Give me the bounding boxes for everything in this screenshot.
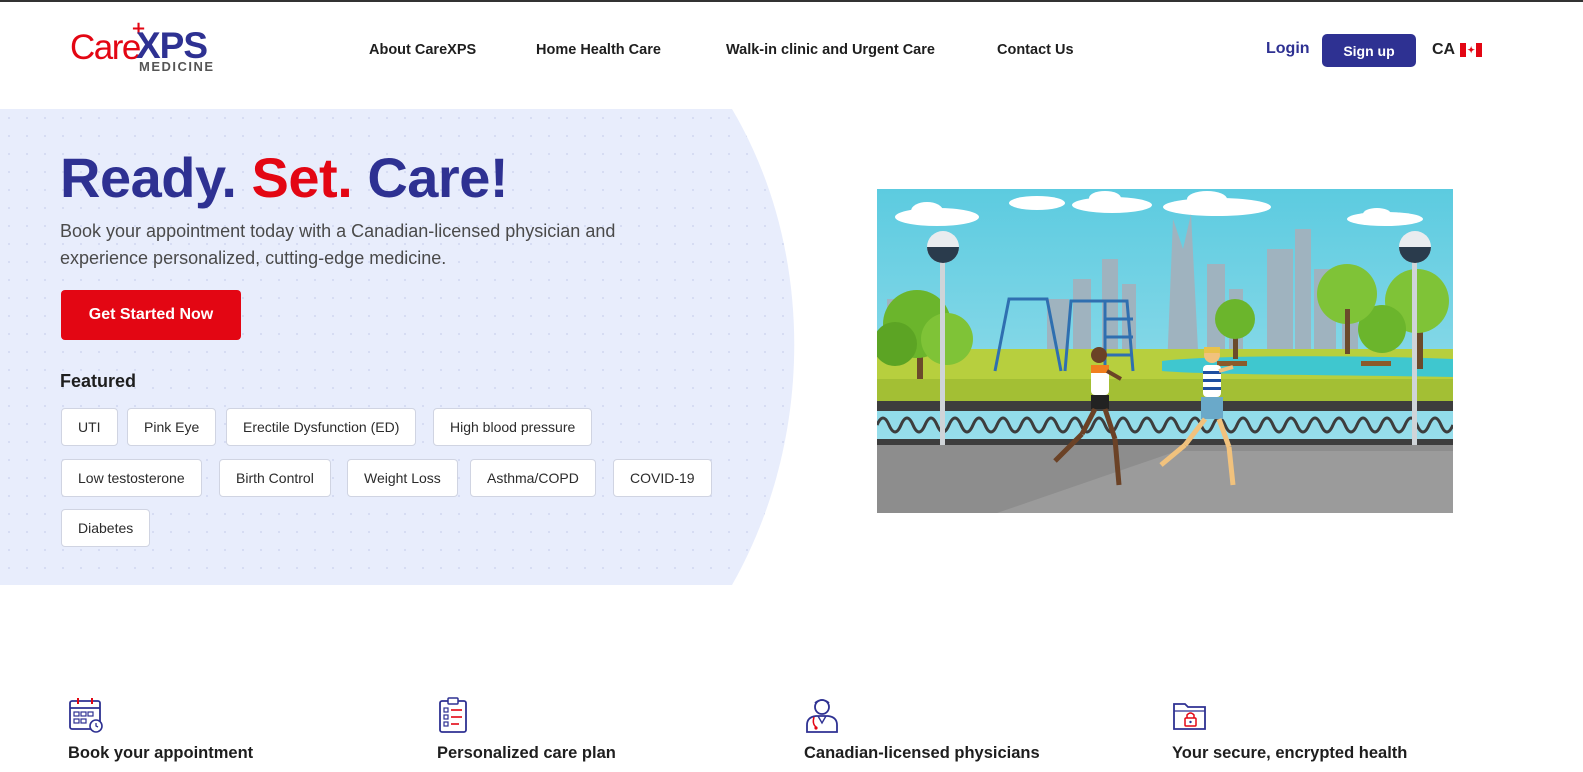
nav-contact-us[interactable]: Contact Us [997, 42, 1074, 58]
logo-care-text: Care [70, 28, 141, 67]
feature-title: Canadian-licensed physicians [804, 744, 1040, 762]
doctor-icon [804, 696, 840, 734]
featured-chip-uti[interactable]: UTI [61, 408, 118, 446]
feature-title: Your secure, encrypted health [1172, 744, 1408, 762]
feature-title: Personalized care plan [437, 744, 616, 762]
canada-flag-icon: ✦ [1460, 43, 1483, 57]
calendar-clock-icon [68, 696, 104, 734]
featured-chip-high-blood-pressure[interactable]: High blood pressure [433, 408, 593, 446]
country-code: CA [1432, 41, 1456, 58]
nav-home-health-care[interactable]: Home Health Care [536, 42, 661, 58]
hero-title-ready: Ready. [60, 146, 237, 209]
featured-heading: Featured [60, 371, 137, 391]
park-jogging-illustration [877, 189, 1453, 513]
featured-chip-low-testosterone[interactable]: Low testosterone [61, 459, 202, 497]
get-started-button[interactable]: Get Started Now [61, 290, 241, 340]
featured-chip-pink-eye[interactable]: Pink Eye [127, 408, 217, 446]
site-header: Care + XPS MEDICINE About CareXPS Home H… [0, 2, 1583, 102]
feature-secure-health: Your secure, encrypted health [1172, 696, 1407, 763]
featured-chip-diabetes[interactable]: Diabetes [61, 509, 151, 547]
featured-chip-ed[interactable]: Erectile Dysfunction (ED) [226, 408, 417, 446]
secure-folder-icon [1172, 696, 1208, 734]
login-link[interactable]: Login [1266, 40, 1310, 58]
feature-title: Book your appointment [68, 744, 254, 762]
featured-chip-birth-control[interactable]: Birth Control [219, 459, 331, 497]
hero-title-set: Set. [251, 146, 353, 209]
clipboard-checklist-icon [437, 696, 473, 734]
logo-medicine-text: MEDICINE [139, 59, 215, 74]
featured-chip-weight-loss[interactable]: Weight Loss [347, 459, 458, 497]
country-selector[interactable]: CA ✦ [1432, 41, 1483, 59]
featured-chip-covid-19[interactable]: COVID-19 [613, 459, 712, 497]
feature-care-plan: Personalized care plan [437, 696, 616, 763]
hero-subtitle: Book your appointment today with a Canad… [60, 221, 616, 268]
hero-title-care: Care! [367, 146, 508, 209]
feature-book-appointment: Book your appointment [68, 696, 253, 763]
carexps-logo[interactable]: Care + XPS MEDICINE [70, 20, 220, 78]
hero-title: Ready. Set. Care! [60, 146, 508, 210]
feature-licensed-physicians: Canadian-licensed physicians [804, 696, 1040, 763]
signup-button[interactable]: Sign up [1322, 34, 1416, 67]
featured-chip-asthma-copd[interactable]: Asthma/COPD [470, 459, 596, 497]
nav-walk-in-clinic[interactable]: Walk-in clinic and Urgent Care [726, 42, 935, 58]
nav-about[interactable]: About CareXPS [369, 42, 476, 58]
